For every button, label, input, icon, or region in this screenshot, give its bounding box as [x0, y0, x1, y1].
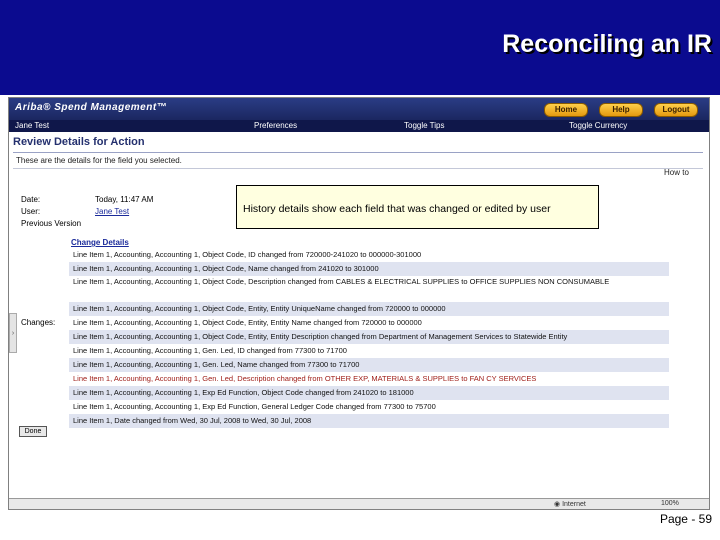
heading-divider [13, 152, 703, 153]
home-button[interactable]: Home [544, 103, 588, 117]
change-row: Line Item 1, Accounting, Accounting 1, E… [73, 402, 436, 411]
changes-label: Changes: [21, 318, 56, 327]
how-to-link[interactable]: How to [664, 168, 689, 177]
status-internet-label: Internet [562, 501, 586, 508]
help-button[interactable]: Help [599, 103, 643, 117]
slide-header-band: Reconciling an IR [0, 0, 720, 95]
change-details-heading: Change Details [71, 238, 129, 247]
vertical-scrollbar[interactable] [709, 98, 710, 510]
change-row: Line Item 1, Accounting, Accounting 1, O… [73, 318, 422, 327]
change-row: Line Item 1, Accounting, Accounting 1, G… [73, 374, 537, 383]
page-number: Page - 59 [659, 512, 712, 526]
browser-status-bar: ◉ Internet 100% [9, 498, 709, 509]
page-instruction: These are the details for the field you … [16, 156, 182, 165]
menu-preferences[interactable]: Preferences [254, 121, 297, 130]
page-title: Review Details for Action [13, 136, 145, 148]
date-value: Today, 11:47 AM [95, 195, 154, 204]
slide-title: Reconciling an IR [502, 30, 712, 58]
status-internet: ◉ Internet [554, 500, 586, 508]
change-row: Line Item 1, Accounting, Accounting 1, O… [69, 302, 669, 316]
done-button[interactable]: Done [19, 426, 47, 437]
change-row: Line Item 1, Accounting, Accounting 1, G… [69, 358, 669, 372]
change-row: Line Item 1, Date changed from Wed, 30 J… [69, 414, 669, 428]
status-zoom[interactable]: 100% [661, 500, 679, 507]
date-label: Date: [21, 195, 41, 204]
user-value-link[interactable]: Jane Test [95, 207, 129, 216]
menu-toggle-tips[interactable]: Toggle Tips [404, 121, 444, 130]
current-user: Jane Test [15, 121, 50, 130]
globe-icon: ◉ [554, 501, 561, 508]
previous-version-label: Previous Version [21, 219, 82, 228]
change-row: Line Item 1, Accounting, Accounting 1, G… [73, 346, 347, 355]
app-brand-logo: Ariba® Spend Management™ [15, 102, 168, 113]
menu-toggle-currency[interactable]: Toggle Currency [569, 121, 627, 130]
change-row: Line Item 1, Accounting, Accounting 1, O… [73, 277, 610, 286]
app-header: Ariba® Spend Management™ Home Help Logou… [9, 98, 709, 120]
change-row: Line Item 1, Accounting, Accounting 1, E… [69, 386, 669, 400]
callout-box: History details show each field that was… [236, 185, 599, 229]
change-row: Line Item 1, Accounting, Accounting 1, O… [69, 330, 669, 344]
section-divider [13, 168, 703, 169]
app-menu-bar: Jane Test Preferences Toggle Tips Toggle… [9, 120, 709, 132]
user-label: User: [21, 207, 41, 216]
logout-button[interactable]: Logout [654, 103, 698, 117]
change-row: Line Item 1, Accounting, Accounting 1, O… [69, 262, 669, 276]
left-panel-toggle-icon[interactable]: › [9, 313, 17, 353]
change-details-list: Line Item 1, Accounting, Accounting 1, O… [69, 248, 669, 428]
callout-text: History details show each field that was… [243, 203, 551, 215]
browser-screenshot: Ariba® Spend Management™ Home Help Logou… [8, 97, 710, 510]
change-row: Line Item 1, Accounting, Accounting 1, O… [73, 250, 422, 259]
